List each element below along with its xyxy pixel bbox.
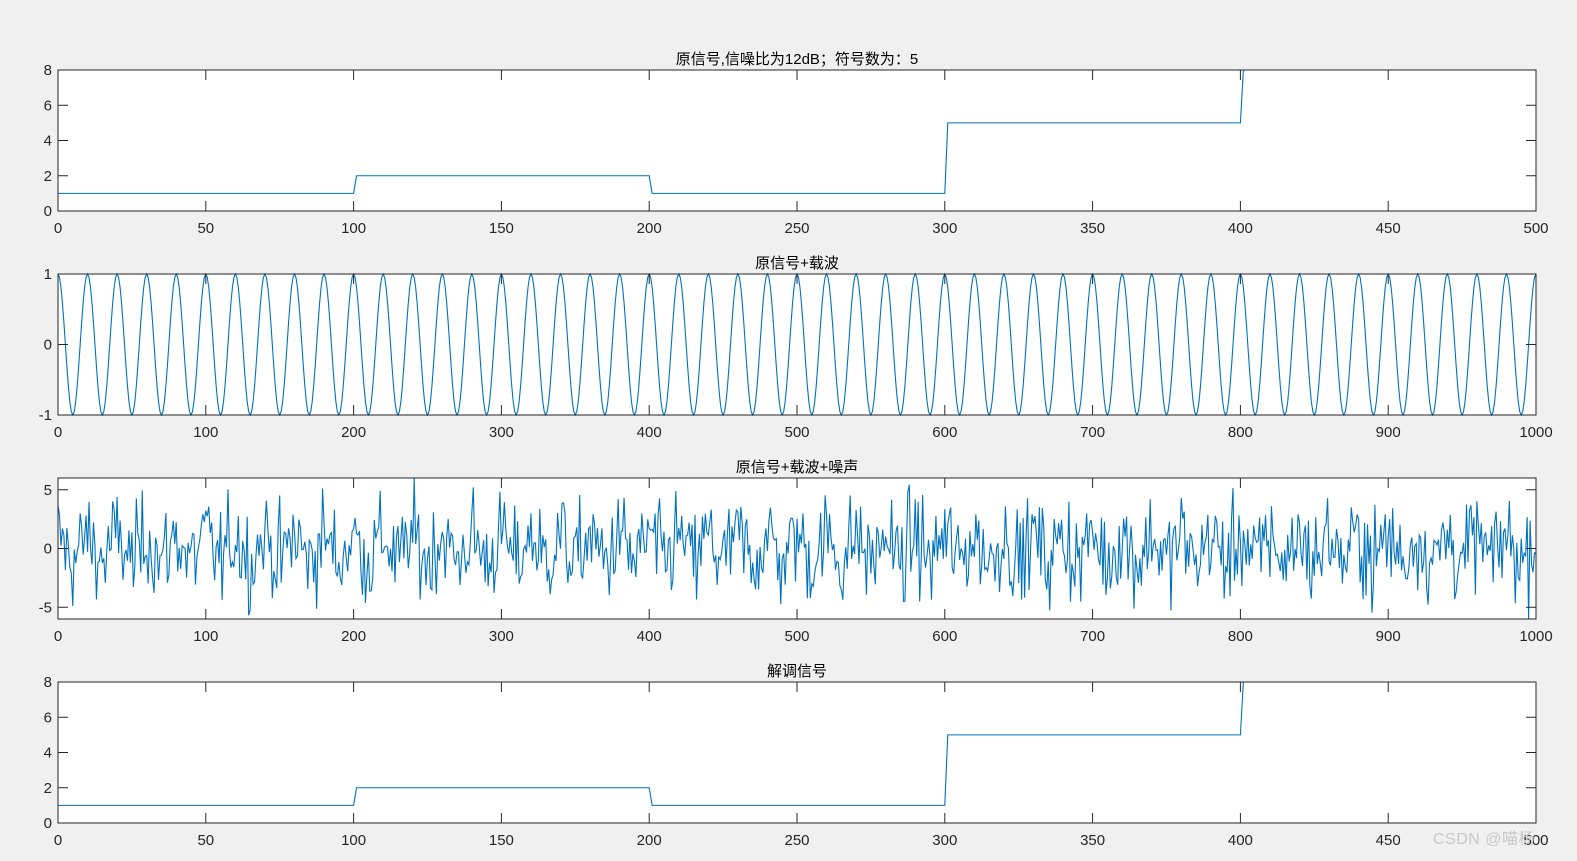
- axes-background: [58, 682, 1536, 823]
- y-tick-label: 5: [44, 482, 52, 499]
- x-tick-label: 400: [1228, 220, 1253, 237]
- x-tick-label: 150: [489, 220, 514, 237]
- y-tick-label: 2: [44, 168, 52, 185]
- axes-background: [58, 274, 1536, 415]
- y-tick-label: 0: [44, 337, 52, 354]
- y-tick-label: 0: [44, 203, 52, 220]
- x-tick-label: 450: [1376, 220, 1401, 237]
- x-tick-label: 200: [637, 832, 662, 849]
- x-tick-label: 0: [54, 424, 62, 441]
- x-tick-label: 100: [341, 220, 366, 237]
- watermark: CSDN @喵杨: [1432, 831, 1535, 848]
- y-tick-label: 6: [44, 709, 52, 726]
- y-tick-label: 0: [44, 541, 52, 558]
- x-tick-label: 400: [637, 424, 662, 441]
- subplot-signal-carrier-noise: 原信号+载波+噪声 0 100 200 300 400 500 600 700 800 900 10…: [39, 458, 1553, 645]
- x-tick-label: 500: [784, 628, 809, 645]
- x-tick-label: 250: [784, 220, 809, 237]
- y-tick-label: -1: [39, 407, 52, 424]
- y-tick-label: 0: [44, 815, 52, 832]
- x-tick-label: 700: [1080, 628, 1105, 645]
- x-tick-label: 500: [1523, 220, 1548, 237]
- x-tick-label: 600: [932, 628, 957, 645]
- x-tick-label: 800: [1228, 628, 1253, 645]
- subplot-original-signal: 原信号,信噪比为12dB；符号数为：5 0 50 100 150 200 250 300 35…: [44, 51, 1549, 237]
- x-tick-label: 50: [197, 220, 214, 237]
- x-tick-label: 200: [341, 628, 366, 645]
- x-tick-label: 350: [1080, 832, 1105, 849]
- x-tick-label: 400: [637, 628, 662, 645]
- y-tick-label: 8: [44, 674, 52, 691]
- x-tick-label: 200: [341, 424, 366, 441]
- x-tick-label: 150: [489, 832, 514, 849]
- x-tick-label: 100: [193, 424, 218, 441]
- x-tick-label: 50: [197, 832, 214, 849]
- x-tick-label: 100: [341, 832, 366, 849]
- subplot-signal-carrier: 原信号+载波 0 100 200 300 400 500 600 700 800 900 1000 -…: [39, 255, 1553, 441]
- x-tick-label: 900: [1376, 424, 1401, 441]
- x-tick-label: 500: [784, 424, 809, 441]
- x-tick-label: 600: [932, 424, 957, 441]
- x-tick-label: 200: [637, 220, 662, 237]
- axes-background: [58, 70, 1536, 211]
- y-tick-label: 1: [44, 266, 52, 283]
- x-tick-label: 250: [784, 832, 809, 849]
- subplot-demodulated-signal: 解调信号 0 50 100 150 200 250 300 350 400 450 50002468: [44, 663, 1549, 849]
- x-tick-label: 300: [489, 628, 514, 645]
- x-tick-label: 0: [54, 628, 62, 645]
- x-tick-label: 450: [1376, 832, 1401, 849]
- y-tick-label: 6: [44, 97, 52, 114]
- y-tick-label: -5: [39, 599, 52, 616]
- x-tick-label: 1000: [1519, 424, 1552, 441]
- x-tick-label: 0: [54, 220, 62, 237]
- chart-title: 解调信号: [767, 663, 827, 680]
- y-tick-label: 4: [44, 745, 52, 762]
- x-tick-label: 350: [1080, 220, 1105, 237]
- chart-title: 原信号+载波: [755, 255, 839, 272]
- chart-title: 原信号+载波+噪声: [736, 458, 859, 476]
- y-tick-label: 8: [44, 62, 52, 79]
- x-tick-label: 1000: [1519, 628, 1552, 645]
- x-tick-label: 900: [1376, 628, 1401, 645]
- x-tick-label: 400: [1228, 832, 1253, 849]
- x-tick-label: 800: [1228, 424, 1253, 441]
- x-tick-label: 0: [54, 832, 62, 849]
- x-tick-label: 300: [489, 424, 514, 441]
- chart-title: 原信号,信噪比为12dB；符号数为：5: [676, 51, 919, 68]
- x-tick-label: 100: [193, 628, 218, 645]
- figure: 原信号,信噪比为12dB；符号数为：5 0 50 100 150 200 250 300 35…: [39, 51, 1553, 849]
- x-tick-label: 300: [932, 832, 957, 849]
- y-tick-label: 2: [44, 780, 52, 797]
- x-tick-label: 300: [932, 220, 957, 237]
- y-tick-label: 4: [44, 133, 52, 150]
- x-tick-label: 700: [1080, 424, 1105, 441]
